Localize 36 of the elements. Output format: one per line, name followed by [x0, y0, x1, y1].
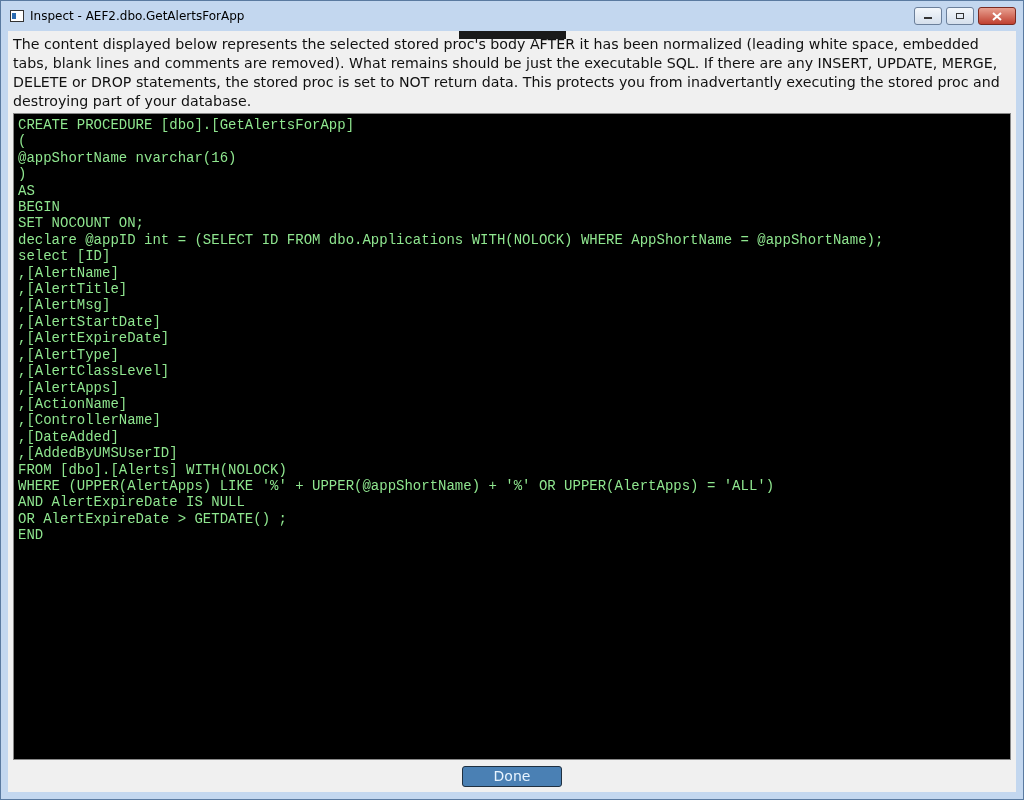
done-button[interactable]: Done — [462, 765, 562, 787]
code-line: ,[AlertExpireDate] — [18, 330, 171, 347]
code-line: ) — [18, 166, 28, 183]
code-line: WHERE (UPPER(AlertApps) LIKE '%' + UPPER(@appShortName) + '%' OR UPPER(AlertApps) = 'ALL') — [18, 477, 776, 495]
code-line: ,[AlertMsg] — [18, 297, 112, 314]
code-line: ,[AlertApps] — [18, 379, 120, 396]
close-button[interactable] — [978, 7, 1016, 25]
code-line: ,[AddedByUMSUserID] — [18, 445, 179, 462]
code-line: ,[AlertStartDate] — [18, 313, 162, 331]
code-line: ( — [18, 133, 28, 150]
code-line: ,[AlertName] — [18, 264, 120, 282]
code-line: AND AlertExpireDate IS NULL — [18, 494, 246, 511]
maximize-icon — [955, 12, 965, 20]
code-line: AS — [18, 182, 36, 200]
code-line: @appShortName nvarchar(16) — [18, 149, 238, 167]
code-line: CREATE PROCEDURE [dbo].[GetAlertsForApp] — [18, 117, 356, 134]
window-title: Inspect - AEF2.dbo.GetAlertsForApp — [30, 9, 245, 23]
code-line: SET NOCOUNT ON; — [18, 215, 146, 232]
code-line: ,[AlertType] — [18, 346, 120, 364]
code-line: ,[AlertTitle] — [18, 281, 129, 298]
code-line: ,[ControllerName] — [18, 412, 162, 429]
code-line: ,[AlertClassLevel] — [18, 363, 171, 380]
code-line: END — [18, 527, 45, 544]
drag-handle[interactable] — [459, 31, 566, 39]
code-line: ,[ActionName] — [18, 395, 129, 413]
code-line: select [ID] — [18, 248, 112, 265]
code-line: FROM [dbo].[Alerts] WITH(NOLOCK) — [18, 461, 288, 478]
code-line: declare @appID int = (SELECT ID FROM dbo.Applications WITH(NOLOCK) WHERE AppShortName = @appShortName); — [18, 231, 885, 249]
window-icon — [10, 10, 24, 22]
code-line: OR AlertExpireDate > GETDATE() ; — [18, 510, 288, 528]
description-text: The content displayed below represents the selected stored proc's body AFTER it has been normalized (leading white space, embedded tabs, blank lines and comments are removed). What remains should be just the executable SQL. If there are any INSERT, UPDATE, MERGE, DELETE or DROP statements, the stored proc is set to NOT return data. This protects you from inadvertantly executing the stored proc and destroying part of your database. — [13, 35, 1001, 111]
close-icon — [992, 11, 1002, 21]
minimize-button[interactable] — [914, 7, 942, 25]
code-line: ,[DateAdded] — [18, 428, 120, 446]
code-line: BEGIN — [18, 199, 61, 216]
maximize-button[interactable] — [946, 7, 974, 25]
